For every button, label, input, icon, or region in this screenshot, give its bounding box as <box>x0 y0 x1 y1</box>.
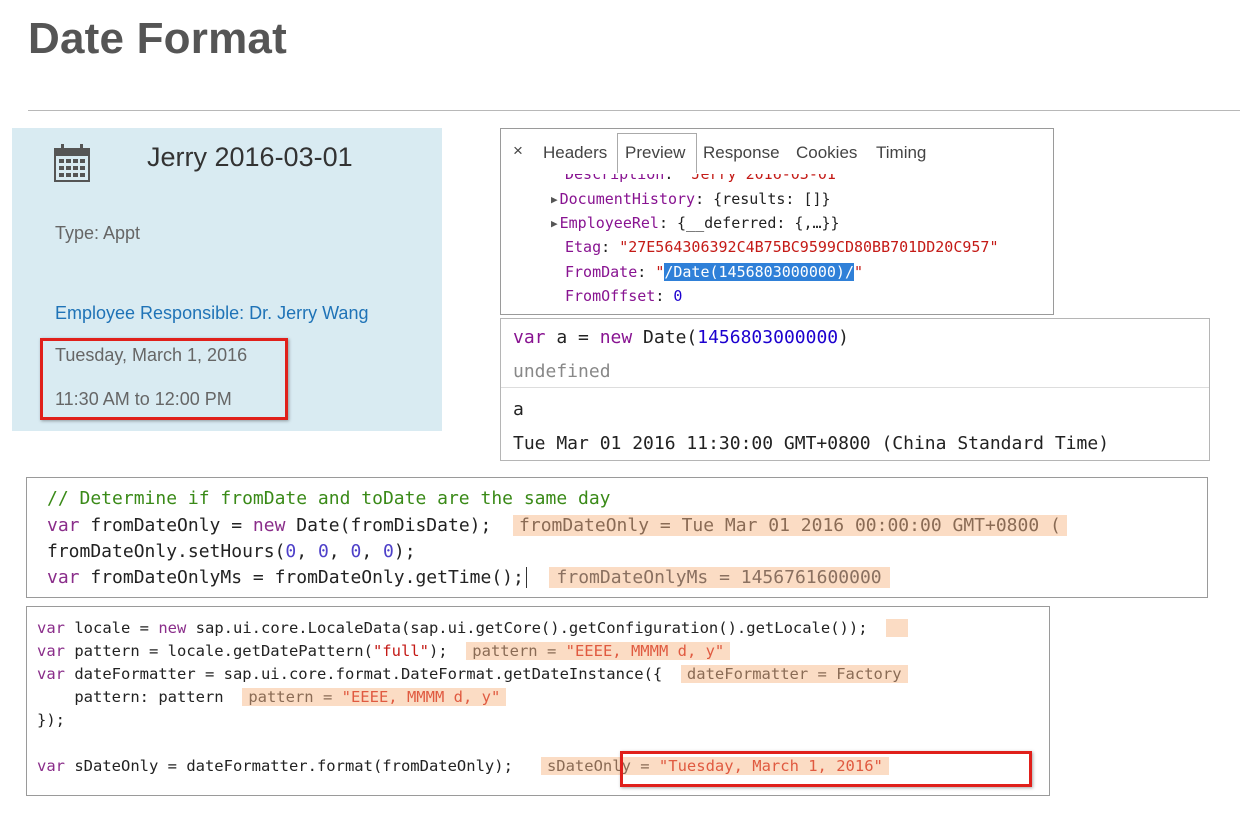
expand-triangle-icon[interactable]: ▶ <box>551 217 558 230</box>
tab-cookies[interactable]: Cookies <box>796 143 857 163</box>
tab-preview[interactable]: Preview <box>625 143 685 163</box>
code-line: var fromDateOnly = new Date(fromDisDate)… <box>47 515 1067 536</box>
console-panel: var a = new Date(1456803000000) undefine… <box>500 318 1210 461</box>
code-line: var locale = new sap.ui.core.LocaleData(… <box>37 619 908 637</box>
code-panel-fromdate: // Determine if fromDate and toDate are … <box>26 477 1208 598</box>
appointment-card[interactable]: Jerry 2016-03-01 Type: Appt Employee Res… <box>12 128 442 431</box>
code-line: pattern: pattern pattern = "EEEE, MMMM d… <box>37 688 507 706</box>
devtools-preview-panel: × Headers Preview Response Cookies Timin… <box>500 128 1054 315</box>
tab-timing[interactable]: Timing <box>876 143 926 163</box>
code-line: }); <box>37 711 65 729</box>
close-icon[interactable]: × <box>513 141 523 161</box>
sdateonly-highlight-box <box>620 751 1032 787</box>
debug-value-hint: pattern = "EEEE, MMMM d, y" <box>242 688 507 706</box>
employee-responsible-link[interactable]: Employee Responsible: Dr. Jerry Wang <box>55 303 368 324</box>
title-divider <box>28 110 1240 111</box>
tab-headers[interactable]: Headers <box>543 143 607 163</box>
code-line: fromDateOnly.setHours(0, 0, 0, 0); <box>47 541 416 562</box>
page-title: Date Format <box>28 14 287 63</box>
code-line: var fromDateOnlyMs = fromDateOnly.getTim… <box>47 567 890 588</box>
debug-value-hint: fromDateOnly = Tue Mar 01 2016 00:00:00 … <box>513 515 1067 536</box>
console-result-undefined: undefined <box>513 361 611 382</box>
preview-row-fromoffset: FromOffset: 0 <box>565 287 683 305</box>
appointment-title: Jerry 2016-03-01 <box>147 142 353 172</box>
code-comment: // Determine if fromDate and toDate are … <box>47 488 611 509</box>
console-result-date: Tue Mar 01 2016 11:30:00 GMT+0800 (China… <box>513 433 1110 454</box>
preview-row-fromdate: FromDate: "/Date(1456803000000)/" <box>565 263 864 281</box>
code-line: var dateFormatter = sap.ui.core.format.D… <box>37 665 908 683</box>
debug-value-hint: dateFormatter = Factory <box>680 665 908 683</box>
calendar-icon <box>54 144 90 182</box>
console-input-line: var a = new Date(1456803000000) <box>513 327 849 348</box>
preview-row-etag: Etag: "27E564306392C4B75BC9599CD80BB701D… <box>565 238 999 256</box>
console-input-a: a <box>513 399 524 420</box>
code-panel-formatter: var locale = new sap.ui.core.LocaleData(… <box>26 606 1050 796</box>
console-divider <box>501 387 1209 388</box>
preview-row-document-history[interactable]: ▶ DocumentHistory: {results: []} <box>551 190 831 208</box>
preview-row-employee-rel[interactable]: ▶ EmployeeRel: {__deferred: {,…}} <box>551 214 840 232</box>
appointment-type: Type: Appt <box>55 223 141 243</box>
expand-triangle-icon[interactable]: ▶ <box>551 193 558 206</box>
debug-value-hint: fromDateOnlyMs = 1456761600000 <box>548 567 890 588</box>
tab-response[interactable]: Response <box>703 143 780 163</box>
preview-row-description: Description: "Jerry 2016-03-01" <box>565 165 845 183</box>
date-highlight-box <box>40 338 288 420</box>
code-line: var pattern = locale.getDatePattern("ful… <box>37 642 731 660</box>
debug-value-hint: pattern = "EEEE, MMMM d, y" <box>466 642 731 660</box>
fromdate-selected-text[interactable]: /Date(1456803000000)/ <box>664 263 854 281</box>
